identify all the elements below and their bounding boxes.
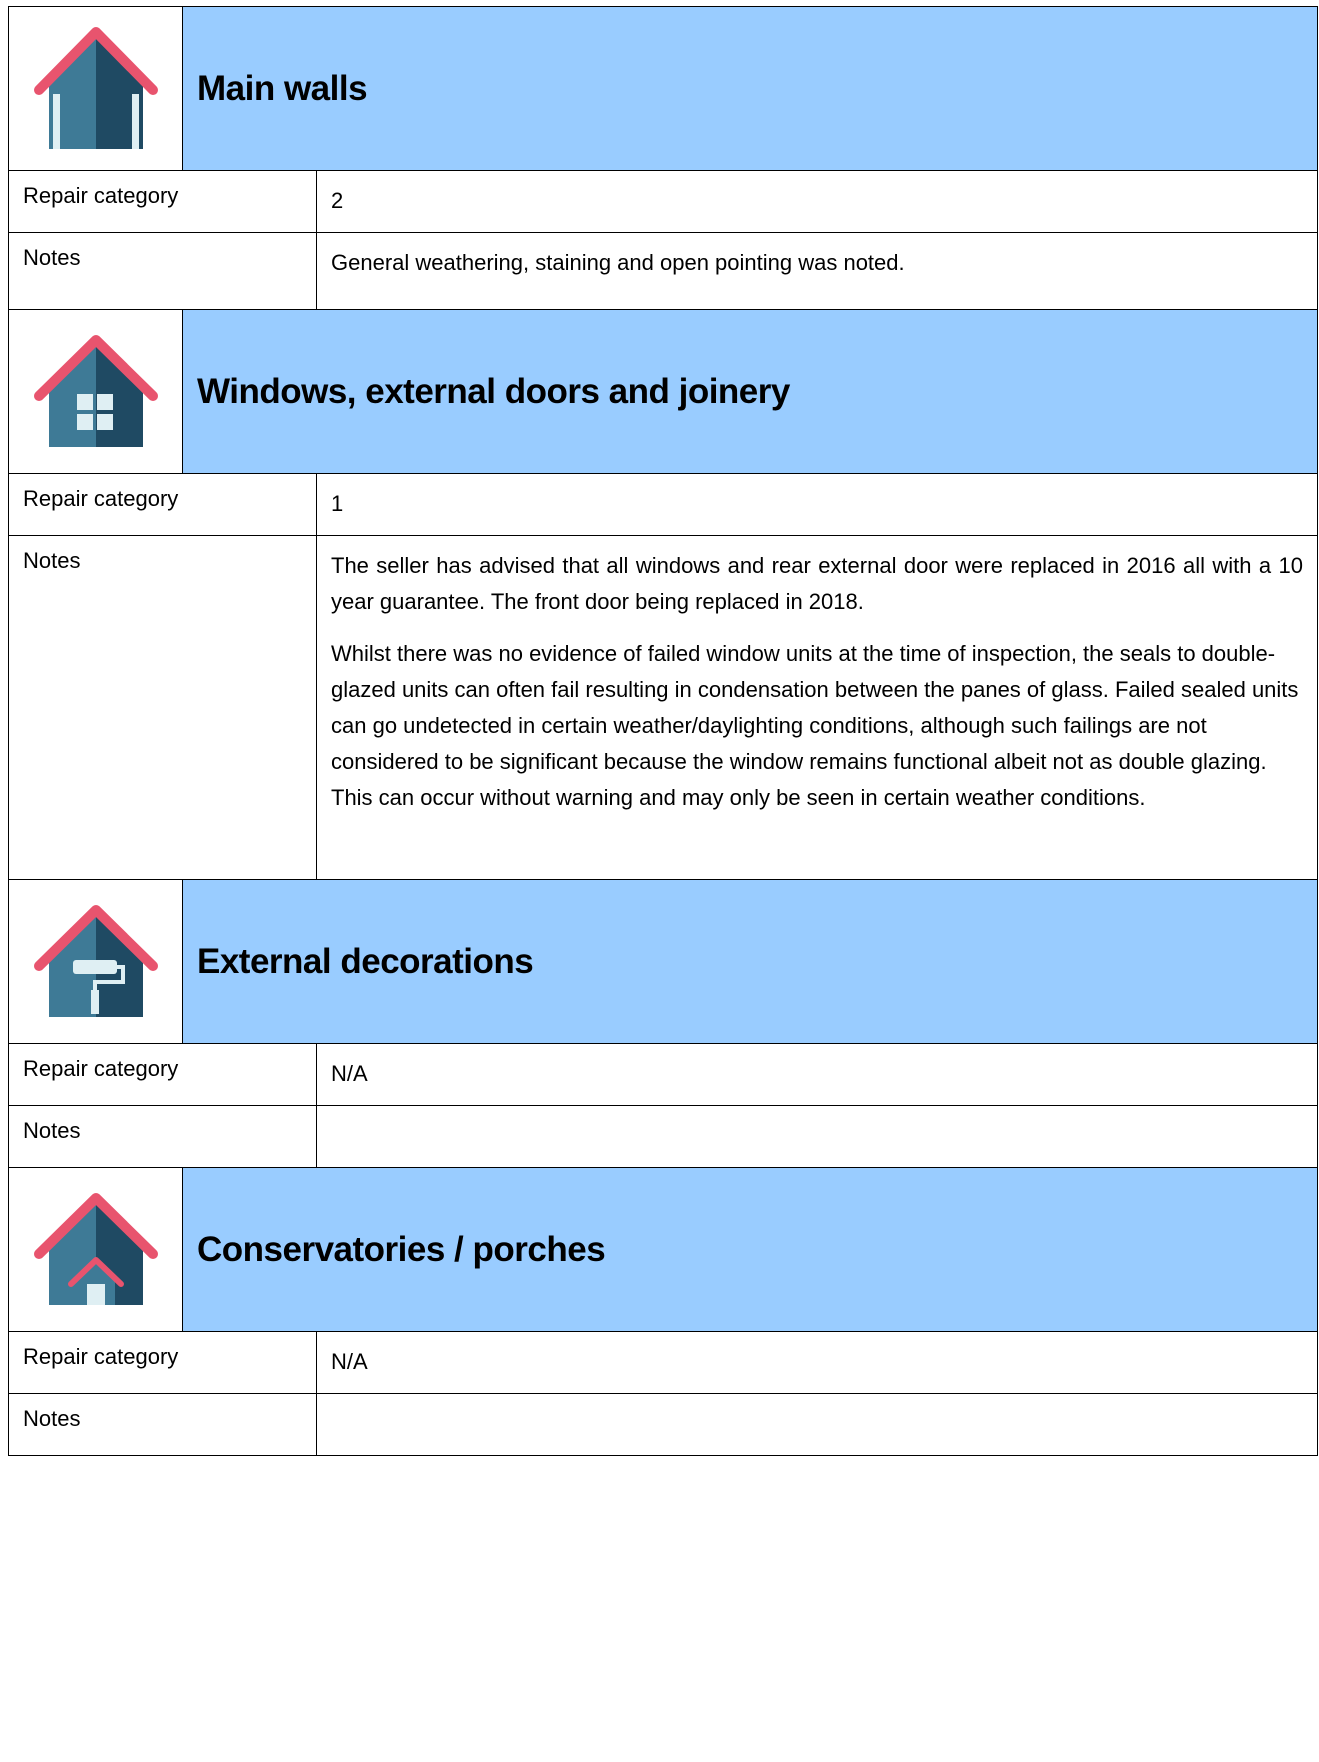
- repair-category-value: N/A: [316, 1043, 1318, 1106]
- section-header: External decorations: [8, 879, 1318, 1044]
- notes-label: Notes: [8, 232, 317, 310]
- notes-paragraph: General weathering, staining and open po…: [331, 250, 905, 275]
- notes-value: General weathering, staining and open po…: [316, 232, 1318, 310]
- house-paint-roller-icon: [9, 902, 182, 1022]
- notes-row: Notes: [8, 1105, 1318, 1168]
- house-walls-icon: [9, 24, 182, 154]
- repair-category-value: 1: [316, 473, 1318, 536]
- notes-value: The seller has advised that all windows …: [316, 535, 1318, 880]
- repair-category-label: Repair category: [8, 170, 317, 233]
- section-header: Windows, external doors and joinery: [8, 309, 1318, 474]
- notes-value: [316, 1105, 1318, 1168]
- survey-table: Main walls Repair category 2 Notes Gener…: [8, 6, 1318, 1456]
- repair-category-label: Repair category: [8, 1043, 317, 1106]
- notes-paragraph: Whilst there was no evidence of failed w…: [331, 641, 1299, 810]
- section-icon-cell: [8, 879, 183, 1044]
- repair-category-row: Repair category 1: [8, 473, 1318, 536]
- section-icon-cell: [8, 1167, 183, 1332]
- notes-value: [316, 1393, 1318, 1456]
- repair-category-row: Repair category 2: [8, 170, 1318, 233]
- section-title: External decorations: [197, 941, 534, 981]
- repair-category-row: Repair category N/A: [8, 1043, 1318, 1106]
- repair-category-row: Repair category N/A: [8, 1331, 1318, 1394]
- notes-label: Notes: [8, 535, 317, 880]
- section-title: Conservatories / porches: [197, 1229, 606, 1269]
- house-porch-icon: [9, 1190, 182, 1310]
- notes-row: Notes General weathering, staining and o…: [8, 232, 1318, 310]
- section-icon-cell: [8, 6, 183, 171]
- section-title-cell: External decorations: [182, 879, 1318, 1044]
- section-title-cell: Conservatories / porches: [182, 1167, 1318, 1332]
- section-title-cell: Main walls: [182, 6, 1318, 171]
- notes-row: Notes The seller has advised that all wi…: [8, 535, 1318, 880]
- notes-label: Notes: [8, 1393, 317, 1456]
- section-title: Windows, external doors and joinery: [197, 371, 790, 411]
- repair-category-value: 2: [316, 170, 1318, 233]
- house-window-icon: [9, 332, 182, 452]
- repair-category-value: N/A: [316, 1331, 1318, 1394]
- section-title: Main walls: [197, 68, 368, 108]
- section-title-cell: Windows, external doors and joinery: [182, 309, 1318, 474]
- notes-row: Notes: [8, 1393, 1318, 1456]
- section-header: Main walls: [8, 6, 1318, 171]
- repair-category-label: Repair category: [8, 1331, 317, 1394]
- survey-report: Main walls Repair category 2 Notes Gener…: [8, 6, 1318, 1456]
- repair-category-label: Repair category: [8, 473, 317, 536]
- section-header: Conservatories / porches: [8, 1167, 1318, 1332]
- section-icon-cell: [8, 309, 183, 474]
- notes-paragraph: The seller has advised that all windows …: [331, 553, 1303, 614]
- notes-label: Notes: [8, 1105, 317, 1168]
